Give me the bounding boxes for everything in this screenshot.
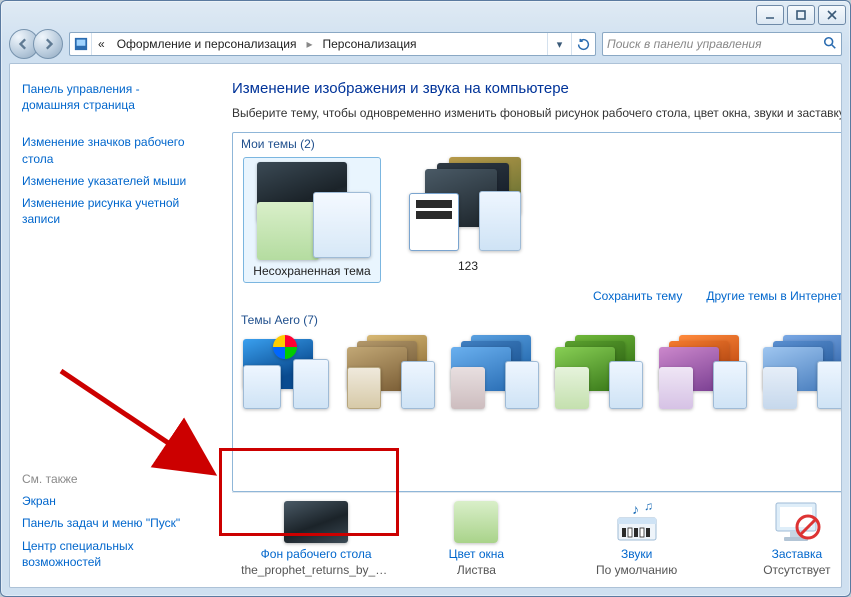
breadcrumb-sep-icon: ▸ bbox=[302, 37, 316, 51]
breadcrumb-level1[interactable]: Оформление и персонализация bbox=[111, 33, 303, 55]
aero-theme-3[interactable] bbox=[451, 335, 541, 413]
control-panel-icon bbox=[70, 33, 92, 55]
window: « Оформление и персонализация ▸ Персонал… bbox=[0, 0, 851, 597]
group-my-themes: Мои темы (2) bbox=[233, 133, 842, 153]
more-themes-link[interactable]: Другие темы в Интернете bbox=[706, 289, 842, 303]
page-title: Изменение изображения и звука на компьют… bbox=[232, 80, 842, 97]
see-also-display[interactable]: Экран bbox=[22, 493, 202, 509]
group-aero-themes: Темы Aero (7) bbox=[233, 309, 842, 329]
bottom-tasks: Фон рабочего стола the_prophet_returns_b… bbox=[232, 492, 842, 587]
aero-theme-6[interactable] bbox=[763, 335, 842, 413]
sounds-icon: ♪ ♫ bbox=[605, 501, 669, 543]
breadcrumb-level2[interactable]: Персонализация bbox=[316, 33, 422, 55]
theme-123[interactable]: 123 bbox=[403, 157, 533, 283]
aero-theme-5[interactable] bbox=[659, 335, 749, 413]
sidebar-home-link[interactable]: Панель управления - домашняя страница bbox=[22, 81, 202, 113]
see-also-taskbar[interactable]: Панель задач и меню "Пуск" bbox=[22, 515, 202, 531]
aero-row bbox=[233, 329, 842, 419]
sidebar-link-cursors[interactable]: Изменение указателей мыши bbox=[22, 173, 202, 189]
see-also-ease[interactable]: Центр специальных возможностей bbox=[22, 538, 202, 570]
theme-actions: Сохранить тему Другие темы в Интернете bbox=[233, 285, 842, 309]
desktop-background-icon bbox=[284, 501, 348, 543]
forward-button[interactable] bbox=[33, 29, 63, 59]
page-subtitle: Выберите тему, чтобы одновременно измени… bbox=[232, 105, 842, 122]
task-saver-value: Отсутствует bbox=[763, 563, 830, 577]
see-also-label: См. также bbox=[22, 472, 202, 486]
task-screensaver[interactable]: Заставка Отсутствует bbox=[722, 501, 842, 577]
task-sounds-value: По умолчанию bbox=[596, 563, 677, 577]
aero-theme-1[interactable] bbox=[243, 335, 333, 413]
theme-123-label: 123 bbox=[458, 259, 478, 273]
task-color-link[interactable]: Цвет окна bbox=[449, 547, 504, 561]
svg-text:♫: ♫ bbox=[644, 500, 653, 513]
theme-unsaved-label: Несохраненная тема bbox=[253, 264, 370, 278]
refresh-button[interactable] bbox=[571, 33, 595, 55]
task-color-value: Листва bbox=[457, 563, 496, 577]
svg-text:♪: ♪ bbox=[632, 501, 639, 517]
sidebar: Панель управления - домашняя страница Из… bbox=[10, 64, 214, 587]
search-input[interactable]: Поиск в панели управления bbox=[602, 32, 842, 56]
task-bg-link[interactable]: Фон рабочего стола bbox=[261, 547, 372, 561]
search-placeholder: Поиск в панели управления bbox=[607, 37, 823, 51]
minimize-button[interactable] bbox=[756, 5, 784, 25]
titlebar bbox=[1, 1, 850, 29]
save-theme-link[interactable]: Сохранить тему bbox=[593, 289, 682, 303]
main-pane: ? Изменение изображения и звука на компь… bbox=[214, 64, 842, 587]
task-saver-link[interactable]: Заставка bbox=[772, 547, 823, 561]
theme-unsaved[interactable]: Несохраненная тема bbox=[243, 157, 381, 283]
task-desktop-background[interactable]: Фон рабочего стола the_prophet_returns_b… bbox=[241, 501, 391, 577]
my-themes-row: Несохраненная тема bbox=[233, 153, 842, 285]
maximize-button[interactable] bbox=[787, 5, 815, 25]
aero-theme-2[interactable] bbox=[347, 335, 437, 413]
task-sounds-link[interactable]: Звуки bbox=[621, 547, 652, 561]
task-sounds[interactable]: ♪ ♫ Звуки По умолчанию bbox=[562, 501, 712, 577]
sidebar-link-account[interactable]: Изменение рисунка учетной записи bbox=[22, 195, 202, 227]
address-dropdown-icon[interactable]: ▾ bbox=[547, 33, 571, 55]
nav-row: « Оформление и персонализация ▸ Персонал… bbox=[1, 29, 850, 63]
nav-buttons bbox=[9, 29, 63, 59]
window-color-icon bbox=[444, 501, 508, 543]
themes-list: Мои темы (2) Несохраненная тема bbox=[232, 132, 842, 492]
screensaver-icon bbox=[765, 501, 829, 543]
sidebar-home-line1: Панель управления - bbox=[22, 82, 140, 96]
task-bg-value: the_prophet_returns_by_m... bbox=[241, 563, 391, 577]
search-icon[interactable] bbox=[823, 36, 837, 53]
close-button[interactable] bbox=[818, 5, 846, 25]
aero-theme-4[interactable] bbox=[555, 335, 645, 413]
sidebar-home-line2: домашняя страница bbox=[22, 98, 135, 112]
content-body: Панель управления - домашняя страница Из… bbox=[9, 63, 842, 588]
task-window-color[interactable]: Цвет окна Листва bbox=[401, 501, 551, 577]
sidebar-link-icons[interactable]: Изменение значков рабочего стола bbox=[22, 134, 202, 166]
address-bar[interactable]: « Оформление и персонализация ▸ Персонал… bbox=[69, 32, 596, 56]
breadcrumb-chevrons[interactable]: « bbox=[92, 33, 111, 55]
